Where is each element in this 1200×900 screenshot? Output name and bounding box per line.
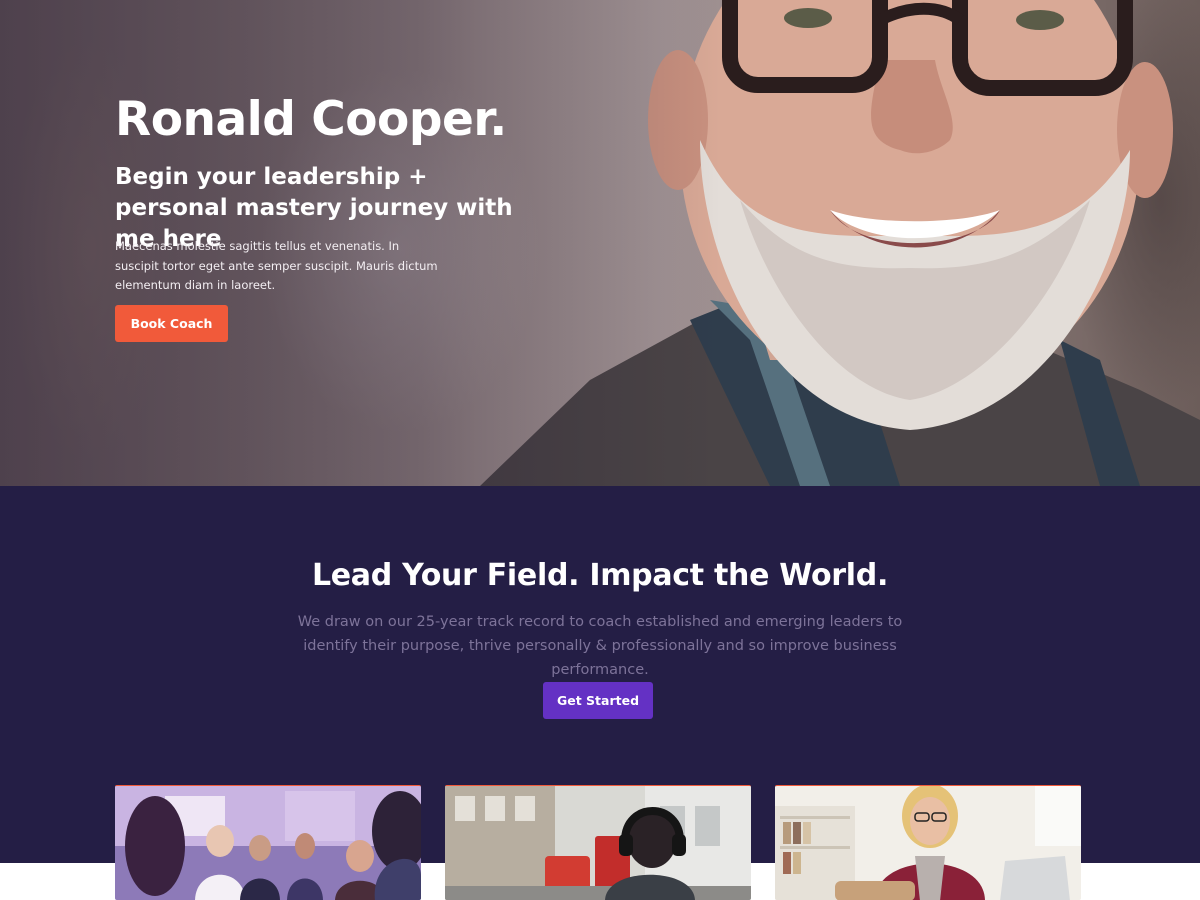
hero-section: Ronald Cooper. Begin your leadership + p… bbox=[0, 0, 1200, 486]
city-street-headphones-photo bbox=[445, 786, 751, 900]
conference-audience-photo bbox=[115, 786, 421, 900]
card-conference-image[interactable] bbox=[115, 785, 421, 900]
get-started-button[interactable]: Get Started bbox=[543, 682, 653, 719]
woman-laptop-photo bbox=[775, 786, 1081, 900]
hero-description: Maecenas molestie sagittis tellus et ven… bbox=[115, 239, 438, 292]
card-laptop-image[interactable] bbox=[775, 785, 1081, 900]
book-coach-button[interactable]: Book Coach bbox=[115, 305, 228, 342]
hero-title: Ronald Cooper. bbox=[115, 92, 507, 147]
card-street-image[interactable] bbox=[445, 785, 751, 900]
lead-title: Lead Your Field. Impact the World. bbox=[311, 558, 889, 593]
lead-description: We draw on our 25-year track record to c… bbox=[297, 614, 903, 678]
